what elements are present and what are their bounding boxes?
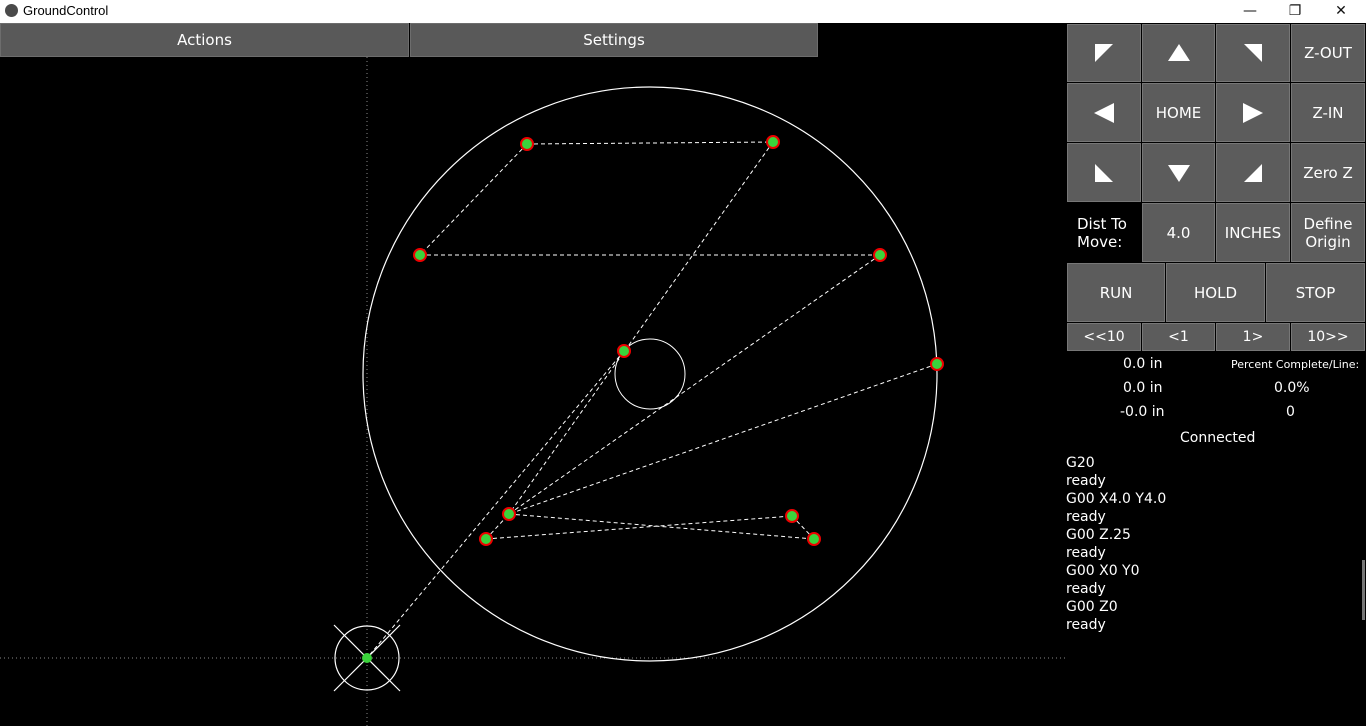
percent-complete-value: 0.0% <box>1274 380 1310 396</box>
arrow-down-left-icon <box>1095 163 1113 182</box>
stop-button[interactable]: STOP <box>1266 263 1365 322</box>
hold-button[interactable]: HOLD <box>1166 263 1265 322</box>
toolpath-canvas[interactable] <box>0 57 1066 726</box>
path-point <box>785 509 799 523</box>
percent-complete-label: Percent Complete/Line: <box>1231 358 1360 371</box>
console-line: G20 <box>1066 455 1095 471</box>
toolpath-points <box>413 135 944 546</box>
jog-up-button[interactable] <box>1142 24 1215 82</box>
path-point <box>520 137 534 151</box>
zero-z-button[interactable]: Zero Z <box>1291 143 1365 202</box>
path-point <box>930 357 944 371</box>
window-title: GroundControl <box>23 3 109 18</box>
app-icon <box>5 4 18 17</box>
actions-button[interactable]: Actions <box>0 23 409 57</box>
path-point <box>617 344 631 358</box>
console-line: ready <box>1066 581 1106 597</box>
arrow-right-icon <box>1243 102 1263 123</box>
z-out-button[interactable]: Z-OUT <box>1291 24 1365 82</box>
console-scrollbar[interactable] <box>1362 560 1365 620</box>
path-point <box>413 248 427 262</box>
path-point <box>873 248 887 262</box>
arrow-down-right-icon <box>1244 163 1262 182</box>
jog-up-right-button[interactable] <box>1216 24 1290 82</box>
console-line: G00 Z.25 <box>1066 527 1131 543</box>
jog-left-button[interactable] <box>1067 83 1141 142</box>
console-line: ready <box>1066 473 1106 489</box>
run-button[interactable]: RUN <box>1067 263 1165 322</box>
step-back-1-button[interactable]: <1 <box>1142 323 1215 351</box>
console-line: G00 X4.0 Y4.0 <box>1066 491 1167 507</box>
console-line: G00 X0 Y0 <box>1066 563 1140 579</box>
settings-button[interactable]: Settings <box>410 23 818 57</box>
jog-down-right-button[interactable] <box>1216 143 1290 202</box>
define-origin-button[interactable]: Define Origin <box>1291 203 1365 262</box>
z-position-readout: -0.0 in <box>1120 404 1165 420</box>
x-position-readout: 0.0 in <box>1123 356 1163 372</box>
dist-to-move-label: Dist To Move: <box>1077 215 1127 251</box>
step-forward-10-button[interactable]: 10>> <box>1291 323 1365 351</box>
jog-right-button[interactable] <box>1216 83 1290 142</box>
gcode-console[interactable]: G20 ready G00 X4.0 Y4.0 ready G00 Z.25 r… <box>1066 454 1166 634</box>
close-button[interactable]: ✕ <box>1318 0 1364 23</box>
title-bar: GroundControl — ❐ ✕ <box>0 0 1366 23</box>
console-line: ready <box>1066 545 1106 561</box>
console-line: ready <box>1066 617 1106 633</box>
dist-value-button[interactable]: 4.0 <box>1142 203 1215 262</box>
path-point <box>807 532 821 546</box>
line-number-value: 0 <box>1286 404 1295 420</box>
console-line: ready <box>1066 509 1106 525</box>
step-back-10-button[interactable]: <<10 <box>1067 323 1141 351</box>
home-button[interactable]: HOME <box>1142 83 1215 142</box>
minimize-button[interactable]: — <box>1227 0 1273 23</box>
y-position-readout: 0.0 in <box>1123 380 1163 396</box>
arrow-up-icon <box>1167 44 1190 61</box>
z-in-button[interactable]: Z-IN <box>1291 83 1365 142</box>
arrow-up-right-icon <box>1244 44 1262 62</box>
units-button[interactable]: INCHES <box>1216 203 1290 262</box>
toolpath-lines <box>366 141 938 659</box>
jog-down-button[interactable] <box>1142 143 1215 202</box>
path-point <box>479 532 493 546</box>
jog-up-left-button[interactable] <box>1067 24 1141 82</box>
arrow-left-icon <box>1094 102 1114 123</box>
connection-status: Connected <box>1180 430 1256 446</box>
path-point <box>766 135 780 149</box>
outer-circle <box>362 86 938 662</box>
maximize-button[interactable]: ❐ <box>1272 0 1318 23</box>
path-point <box>502 507 516 521</box>
arrow-down-icon <box>1167 164 1190 182</box>
jog-down-left-button[interactable] <box>1067 143 1141 202</box>
console-line: G00 Z0 <box>1066 599 1118 615</box>
arrow-up-left-icon <box>1095 44 1113 62</box>
step-forward-1-button[interactable]: 1> <box>1216 323 1290 351</box>
